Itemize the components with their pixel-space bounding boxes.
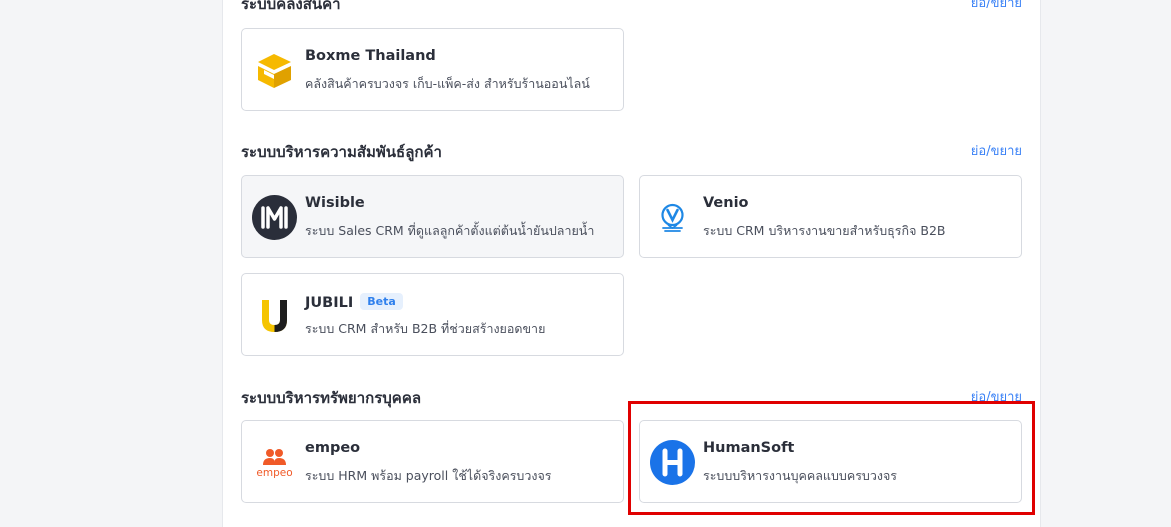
card-venio[interactable]: Venio ระบบ CRM บริหารงานขายสำหรับธุรกิจ … bbox=[639, 175, 1022, 258]
card-description: คลังสินค้าครบวงจร เก็บ-แพ็ค-ส่ง สำหรับร้… bbox=[305, 76, 590, 91]
card-name: Wisible bbox=[305, 195, 365, 211]
card-boxme-thailand[interactable]: Boxme Thailand คลังสินค้าครบวงจร เก็บ-แพ… bbox=[241, 28, 624, 111]
beta-badge: Beta bbox=[360, 293, 403, 310]
card-description: ระบบ CRM สำหรับ B2B ที่ช่วยสร้างยอดขาย bbox=[305, 321, 546, 336]
section-title-warehouse: ระบบคลังสินค้า bbox=[241, 0, 341, 13]
empeo-logo-text: empeo bbox=[256, 467, 292, 479]
card-description: ระบบ Sales CRM ที่ดูแลลูกค้าตั้งแต่ต้นน้… bbox=[305, 223, 595, 238]
jubili-logo-icon bbox=[262, 300, 287, 332]
humansoft-logo-icon bbox=[650, 440, 695, 485]
venio-logo-icon bbox=[661, 203, 684, 232]
card-name: JUBILI Beta bbox=[305, 293, 403, 311]
section-title-hr: ระบบบริหารทรัพยากรบุคคล bbox=[241, 389, 422, 407]
toggle-hr-link[interactable]: ย่อ/ขยาย bbox=[971, 386, 1022, 407]
empeo-logo-icon: empeo bbox=[256, 449, 293, 479]
card-description: ระบบ HRM พร้อม payroll ใช้ได้จริงครบวงจร bbox=[305, 468, 552, 483]
card-humansoft[interactable]: HumanSoft ระบบบริหารงานบุคคลแบบครบวงจร bbox=[639, 420, 1022, 503]
wisible-logo-icon bbox=[252, 195, 297, 240]
section-title-crm: ระบบบริหารความสัมพันธ์ลูกค้า bbox=[241, 143, 442, 161]
card-empeo[interactable]: empeo empeo ระบบ HRM พร้อม payroll ใช้ได… bbox=[241, 420, 624, 503]
card-name: HumanSoft bbox=[703, 440, 795, 456]
card-description: ระบบ CRM บริหารงานขายสำหรับธุรกิจ B2B bbox=[703, 223, 946, 238]
toggle-crm-link[interactable]: ย่อ/ขยาย bbox=[971, 140, 1022, 161]
card-jubili[interactable]: JUBILI Beta ระบบ CRM สำหรับ B2B ที่ช่วยสร… bbox=[241, 273, 624, 356]
card-name: Venio bbox=[703, 195, 749, 211]
card-name: empeo bbox=[305, 440, 361, 456]
card-name-text: JUBILI bbox=[305, 295, 354, 311]
boxme-logo-icon bbox=[258, 54, 291, 88]
toggle-warehouse-link[interactable]: ย่อ/ขยาย bbox=[971, 0, 1022, 13]
card-wisible[interactable]: Wisible ระบบ Sales CRM ที่ดูแลลูกค้าตั้ง… bbox=[241, 175, 624, 258]
integrations-panel: ระบบคลังสินค้า ย่อ/ขยาย Boxme Thailand ค… bbox=[222, 0, 1041, 527]
card-name: Boxme Thailand bbox=[305, 48, 436, 64]
card-description: ระบบบริหารงานบุคคลแบบครบวงจร bbox=[703, 468, 898, 483]
